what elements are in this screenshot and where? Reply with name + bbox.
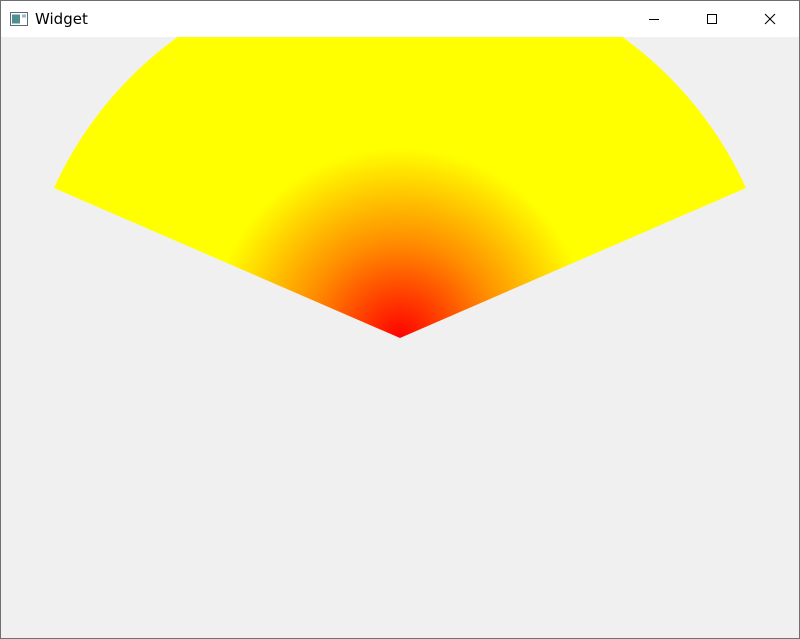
minimize-icon: [649, 19, 659, 20]
app-window-icon[interactable]: [10, 12, 28, 26]
close-button[interactable]: [741, 1, 799, 37]
widget-canvas: [1, 37, 799, 638]
close-icon: [764, 13, 776, 25]
app-window: Widget: [0, 0, 800, 639]
gradient-pie-sector: [54, 37, 746, 338]
maximize-button[interactable]: [683, 1, 741, 37]
minimize-button[interactable]: [625, 1, 683, 37]
window-title: Widget: [35, 10, 88, 28]
title-bar[interactable]: Widget: [1, 1, 799, 37]
maximize-icon: [707, 14, 717, 24]
canvas-svg: [54, 37, 746, 338]
caption-buttons: [625, 1, 799, 37]
